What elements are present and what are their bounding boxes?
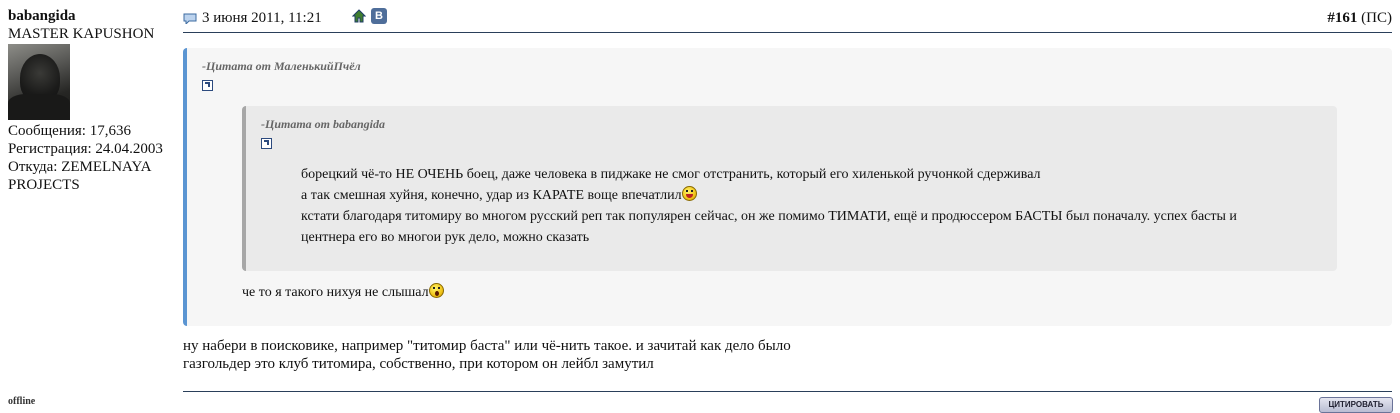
- inner-quote-line: борецкий чё-то НЕ ОЧЕНЬ боец, даже челов…: [301, 167, 1041, 182]
- smiley-tongue-icon: [681, 186, 697, 201]
- inner-quote-text: борецкий чё-то НЕ ОЧЕНЬ боец, даже челов…: [301, 164, 1301, 248]
- message-icon: [183, 13, 197, 24]
- post-body: ну набери в поисковике, например "титоми…: [183, 337, 791, 373]
- home-icon[interactable]: [352, 9, 366, 23]
- outer-quote-text: че то я такого нихуя не слышал: [242, 282, 444, 303]
- post-footer-divider: [183, 391, 1392, 392]
- smiley-shocked-icon: [428, 283, 444, 298]
- user-location-cont: PROJECTS: [8, 177, 80, 193]
- status-badge: offline: [8, 396, 36, 407]
- avatar: [8, 44, 70, 120]
- user-posts-count: Сообщения: 17,636: [8, 123, 131, 139]
- inner-quote: -Цитата от babangida борецкий чё-то НЕ О…: [242, 106, 1337, 271]
- outer-quote-title: -Цитата от МаленькийПчёл: [202, 59, 361, 73]
- username[interactable]: babangida: [8, 7, 178, 25]
- user-registration: Регистрация: 24.04.2003: [8, 141, 163, 157]
- user-info: babangida MASTER KAPUSHON Сообщения: 17,…: [8, 7, 178, 194]
- outer-quote: -Цитата от МаленькийПчёл -Цитата от baba…: [183, 48, 1392, 326]
- user-location: Откуда: ZEMELNAYA: [8, 159, 152, 175]
- inner-quote-line: центнера его во многои рук дело, можно с…: [301, 230, 590, 245]
- post-date: 3 июня 2011, 11:21: [202, 10, 322, 26]
- quote-button[interactable]: ЦИТИРОВАТЬ: [1319, 397, 1393, 413]
- inner-quote-line: кстати благодаря титомиру во многом русс…: [301, 209, 1237, 224]
- inner-quote-title: -Цитата от babangida: [261, 117, 386, 131]
- vk-icon[interactable]: В: [371, 8, 387, 24]
- post-number[interactable]: #161 (ПС): [1327, 10, 1392, 27]
- user-title: MASTER KAPUSHON: [8, 26, 155, 42]
- post-body-line: газгольдер это клуб титомира, собственно…: [183, 356, 654, 372]
- inner-quote-line-with-smiley: а так смешная хуйня, конечно, удар из КА…: [301, 185, 1301, 206]
- post-header: 3 июня 2011, 11:21 В #161 (ПС): [183, 8, 1392, 33]
- post-body-line: ну набери в поисковике, например "титоми…: [183, 338, 791, 354]
- quote-link-icon[interactable]: [261, 138, 272, 149]
- quote-link-icon[interactable]: [202, 80, 213, 91]
